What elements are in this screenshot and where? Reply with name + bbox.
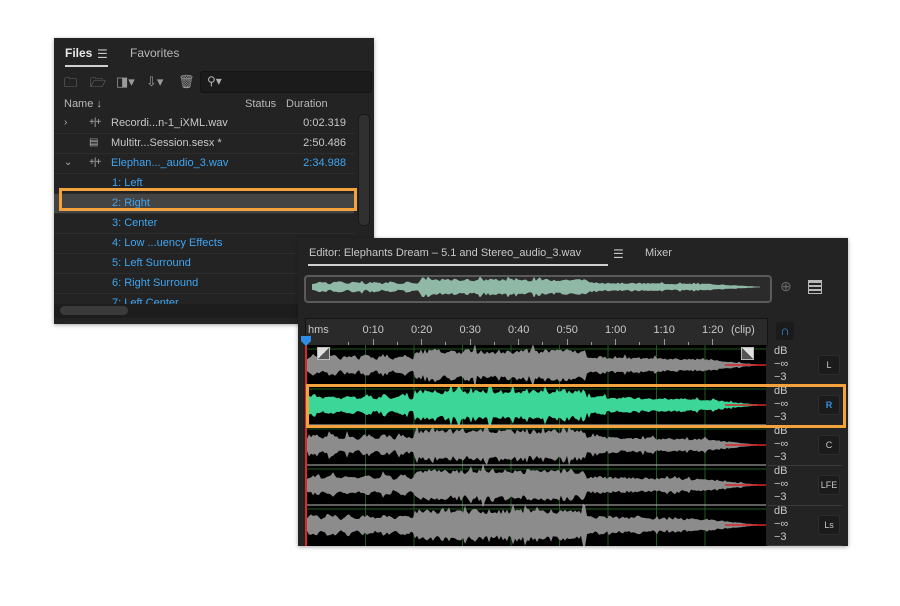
channel-control-lfe: dB −∞ −3 LFE xyxy=(768,465,842,506)
vertical-scrollbar[interactable] xyxy=(358,114,370,226)
channel-waveform-ls xyxy=(305,503,757,546)
db-scale-label: −3 xyxy=(774,491,787,503)
ruler-tick-label: 1:10 xyxy=(653,324,675,336)
ruler-tick-label: 0:30 xyxy=(459,324,481,336)
new-file-icon[interactable]: ◨▾ xyxy=(116,74,135,90)
file-name: Elephan..._audio_3.wav xyxy=(111,157,229,169)
ruler-tick-label: 0:40 xyxy=(508,324,530,336)
overview-waveform-graphic xyxy=(312,277,760,297)
channel-waveform-c xyxy=(305,425,757,466)
channel-controls: dB −∞ −3 LdB −∞ −3 RdB −∞ −3 CdB −∞ −3 LFE dB −∞ −3 Ls xyxy=(768,345,842,546)
file-duration: 0:02.319 xyxy=(303,117,346,129)
channel-toggle-c[interactable]: C xyxy=(818,435,840,455)
list-view-icon[interactable] xyxy=(808,280,822,294)
column-headers: Name ↓ Status Duration xyxy=(54,96,374,114)
active-tab-underline xyxy=(308,264,608,266)
column-name[interactable]: Name ↓ xyxy=(64,98,102,110)
ruler-tick-label: 1:20 xyxy=(702,324,724,336)
file-name: Multitr...Session.sesx * xyxy=(111,137,222,149)
tab-editor[interactable]: Editor: Elephants Dream – 5.1 and Stereo… xyxy=(309,247,581,259)
waveform-icon: +|+ xyxy=(89,117,101,128)
ruler-tick-label: 1:00 xyxy=(605,324,627,336)
db-scale-label: dB xyxy=(774,345,788,357)
channel-name: 5: Left Surround xyxy=(112,257,191,269)
channel-control-ls: dB −∞ −3 Ls xyxy=(768,505,842,546)
db-scale-label: dB xyxy=(774,465,788,477)
channel-control-l: dB −∞ −3 L xyxy=(768,345,842,386)
chevron-down-icon[interactable]: ⌄ xyxy=(64,157,72,168)
column-status[interactable]: Status xyxy=(245,98,276,110)
tab-favorites[interactable]: Favorites xyxy=(130,46,179,60)
playhead-line xyxy=(305,338,307,546)
zoom-navigator-icon[interactable]: ⊕ xyxy=(780,278,792,295)
channel-row[interactable]: 3: Center xyxy=(54,214,354,234)
horizontal-scrollbar[interactable] xyxy=(60,306,128,315)
waveform-tracks[interactable] xyxy=(305,345,766,546)
insert-icon[interactable]: ⇩▾ xyxy=(146,74,163,90)
highlight-selected-track xyxy=(306,384,846,428)
time-ruler[interactable]: hms (clip) 0:10 0:20 0:30 0:40 0:50 1:00 1:10 1… xyxy=(305,318,768,346)
waveform-icon: +|+ xyxy=(89,157,101,168)
fade-out-handle[interactable] xyxy=(741,347,754,360)
overview-waveform[interactable] xyxy=(304,275,772,303)
search-input[interactable]: ⚲▾ xyxy=(200,71,372,93)
ruler-tick-label: 0:20 xyxy=(411,324,433,336)
db-scale-label: −∞ xyxy=(774,518,789,530)
db-scale-label: −∞ xyxy=(774,358,789,370)
channel-toggle-l[interactable]: L xyxy=(818,355,840,375)
db-scale-label: dB xyxy=(774,505,788,517)
db-scale-label: −3 xyxy=(774,451,787,463)
channel-control-c: dB −∞ −3 C xyxy=(768,425,842,466)
waveform-graphic xyxy=(305,345,766,546)
channel-waveform-l xyxy=(305,345,757,389)
search-icon: ⚲▾ xyxy=(207,74,222,88)
hamburger-icon[interactable]: ☰ xyxy=(613,247,624,261)
overview-waveform-path xyxy=(312,277,760,297)
files-tabs: Files ☰ Favorites xyxy=(54,38,374,68)
channel-toggle-lfe[interactable]: LFE xyxy=(818,475,840,495)
file-duration: 2:34.988 xyxy=(303,157,346,169)
delete-icon[interactable]: 🗑 xyxy=(178,74,195,90)
multitrack-icon: ▤ xyxy=(89,137,99,148)
db-scale-label: −3 xyxy=(774,531,787,543)
db-scale-label: −∞ xyxy=(774,438,789,450)
import-folder-icon[interactable]: 🗁 xyxy=(90,74,106,96)
file-duration: 2:50.486 xyxy=(303,137,346,149)
file-row[interactable]: ⌄ +|+ Elephan..._audio_3.wav 2:34.988 xyxy=(54,154,354,174)
file-row[interactable]: › +|+ Recordi...n-1_iXML.wav 0:02.319 xyxy=(54,114,354,134)
channel-name: 4: Low ...uency Effects xyxy=(112,237,223,249)
channel-toggle-ls[interactable]: Ls xyxy=(818,515,840,535)
tab-mixer[interactable]: Mixer xyxy=(645,247,672,259)
snap-magnet-button[interactable]: ∩ xyxy=(776,322,794,340)
channel-waveform-lfe xyxy=(305,463,757,508)
channel-name: 6: Right Surround xyxy=(112,277,199,289)
highlight-selected-channel xyxy=(59,188,357,211)
ruler-unit: hms xyxy=(308,324,329,336)
ruler-clip-label: (clip) xyxy=(731,324,755,336)
open-folder-icon[interactable]: 🗀 xyxy=(64,74,77,96)
channel-name: 3: Center xyxy=(112,217,158,229)
ruler-tick-label: 0:50 xyxy=(556,324,578,336)
ruler-tick-label: 0:10 xyxy=(362,324,384,336)
column-duration[interactable]: Duration xyxy=(286,98,328,110)
file-row[interactable]: ▤ Multitr...Session.sesx * 2:50.486 xyxy=(54,134,354,154)
active-tab-underline xyxy=(65,65,108,67)
chevron-right-icon[interactable]: › xyxy=(64,117,67,128)
tab-files[interactable]: Files xyxy=(65,46,92,60)
fade-in-handle[interactable] xyxy=(317,347,330,360)
db-scale-label: −3 xyxy=(774,371,787,383)
hamburger-icon[interactable]: ☰ xyxy=(97,47,108,61)
file-name: Recordi...n-1_iXML.wav xyxy=(111,117,228,129)
db-scale-label: −∞ xyxy=(774,478,789,490)
